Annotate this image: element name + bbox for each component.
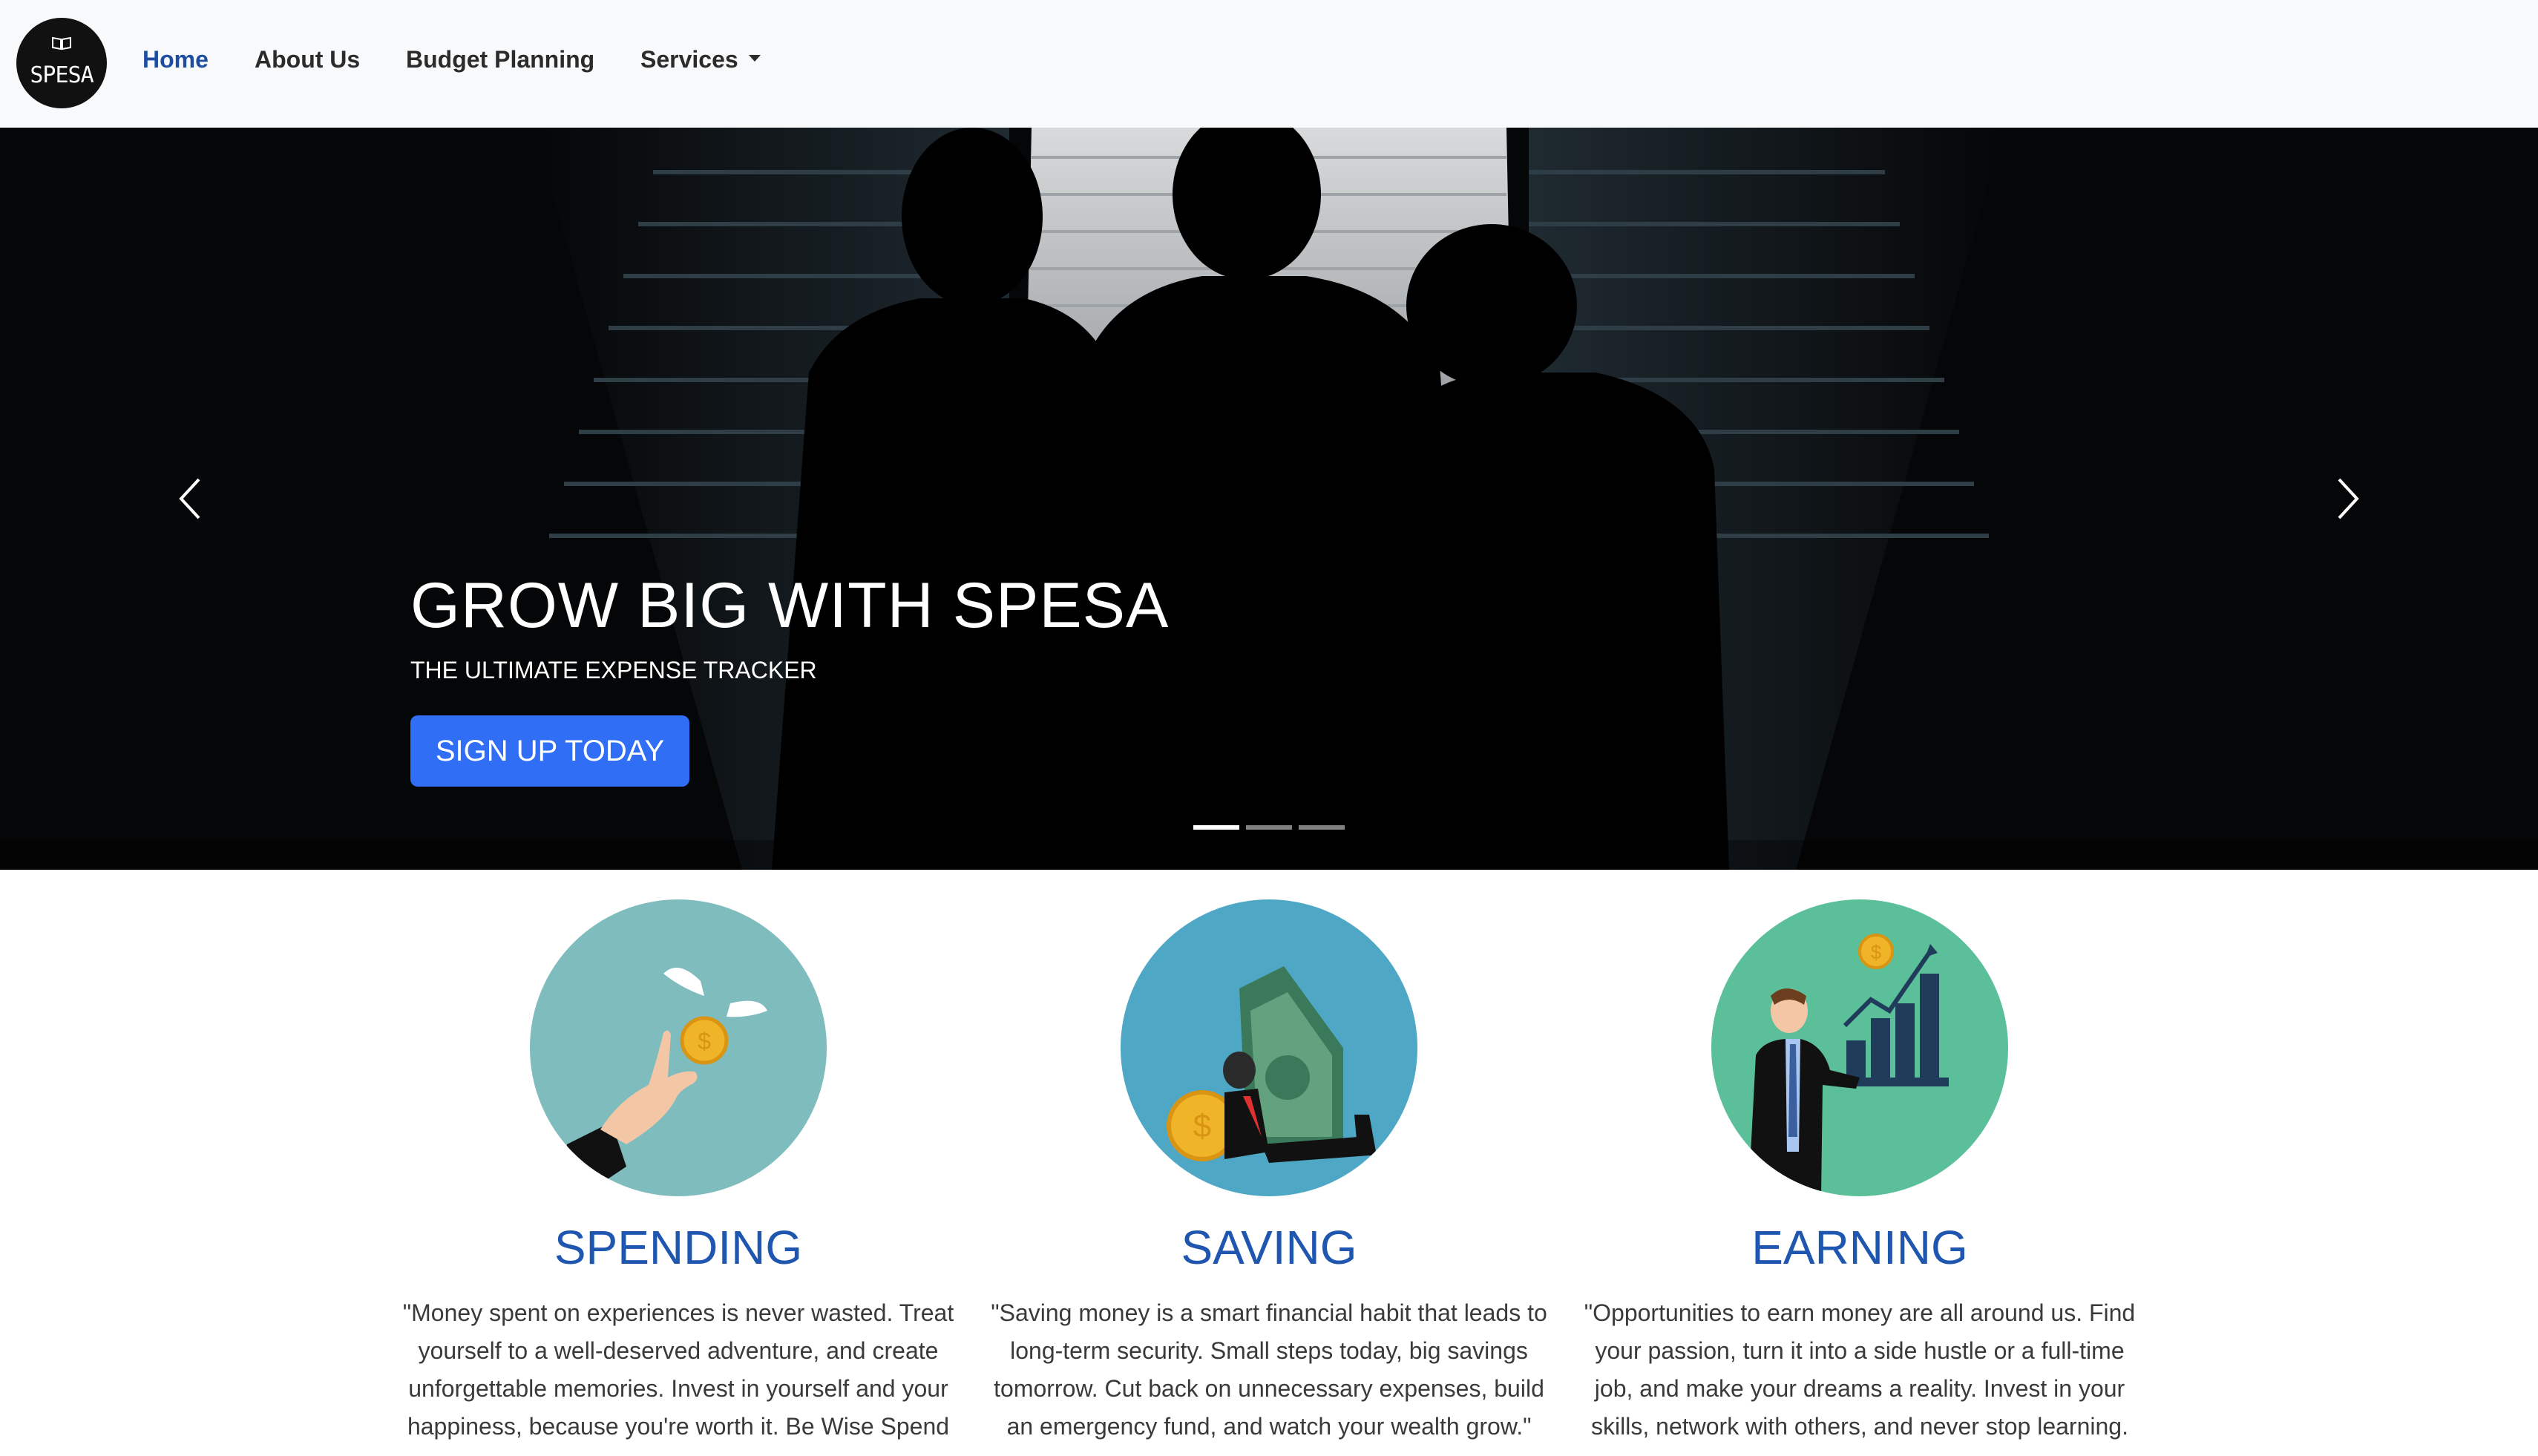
hand-flying-coin-icon: $: [530, 899, 827, 1196]
carousel-indicator-1[interactable]: [1193, 825, 1239, 830]
navbar: SPESA Home About Us Budget Planning Serv…: [0, 0, 2538, 128]
feature-text-saving: "Saving money is a smart financial habit…: [991, 1299, 1547, 1440]
hero-title: GROW BIG WITH SPESA: [410, 570, 1170, 641]
spending-illustration: $: [530, 899, 827, 1196]
chevron-left-icon: [179, 478, 200, 519]
carousel-next-button[interactable]: [2318, 454, 2378, 543]
man-relaxing-money-icon: $: [1121, 899, 1417, 1196]
brand-logo[interactable]: SPESA: [16, 18, 107, 108]
feature-text-earning: "Opportunities to earn money are all aro…: [1584, 1299, 2136, 1440]
carousel-indicator-2[interactable]: [1246, 825, 1292, 830]
book-icon: [52, 36, 71, 50]
feature-saving: $ SAVING "Saving money is a smart financ…: [987, 899, 1551, 1456]
hero-background-image: [0, 128, 2538, 870]
svg-text:$: $: [1871, 941, 1882, 963]
feature-spending: $ SPENDING "Money spent on experiences i…: [396, 899, 960, 1456]
nav-services-label: Services: [640, 46, 738, 73]
nav-budget-planning[interactable]: Budget Planning: [406, 46, 594, 73]
carousel-prev-button[interactable]: [160, 454, 220, 543]
nav-home[interactable]: Home: [142, 46, 209, 73]
chevron-right-icon: [2338, 478, 2359, 519]
hero-carousel: GROW BIG WITH SPESA THE ULTIMATE EXPENSE…: [0, 128, 2538, 870]
nav-services-dropdown[interactable]: Services: [640, 46, 761, 73]
hero-subtitle: THE ULTIMATE EXPENSE TRACKER: [410, 657, 817, 683]
brand-logo-text: SPESA: [30, 62, 94, 88]
chevron-down-icon: [748, 55, 761, 62]
feature-earning: $ EARNING "Opportunities to earn money a…: [1578, 899, 2142, 1456]
carousel-indicators: [1193, 825, 1345, 833]
carousel-indicator-3[interactable]: [1299, 825, 1345, 830]
businessman-growth-chart-icon: $: [1711, 899, 2008, 1196]
svg-text:$: $: [698, 1028, 711, 1055]
earning-illustration: $: [1711, 899, 2008, 1196]
sign-up-button[interactable]: SIGN UP TODAY: [410, 715, 689, 787]
nav-about-us[interactable]: About Us: [255, 46, 360, 73]
feature-text-spending: "Money spent on experiences is never was…: [402, 1299, 954, 1440]
feature-title-saving: SAVING: [1181, 1221, 1357, 1274]
feature-title-earning: EARNING: [1751, 1221, 1968, 1274]
saving-illustration: $: [1121, 899, 1417, 1196]
feature-title-spending: SPENDING: [554, 1221, 803, 1274]
svg-text:$: $: [1193, 1108, 1211, 1144]
